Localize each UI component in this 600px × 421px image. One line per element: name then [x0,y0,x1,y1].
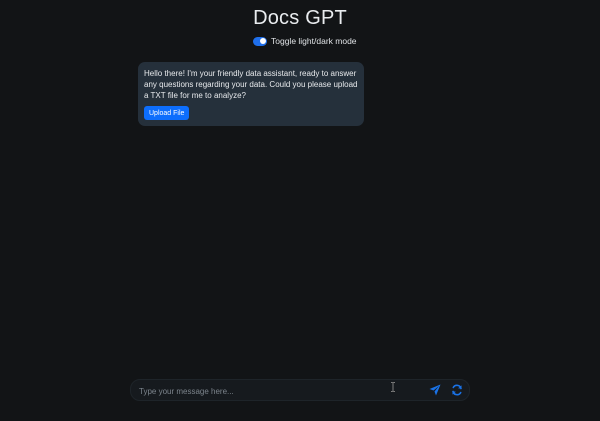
theme-toggle-label: Toggle light/dark mode [271,36,357,46]
theme-toggle-row: Toggle light/dark mode [253,36,357,46]
page-title: Docs GPT [253,7,347,29]
message-input[interactable] [137,382,391,400]
assistant-message-bubble: Hello there! I'm your friendly data assi… [138,62,364,126]
text-cursor-icon [391,382,395,392]
message-composer [130,379,470,401]
toggle-knob [259,38,266,44]
upload-file-button[interactable]: Upload File [144,106,190,120]
theme-toggle-switch[interactable] [253,36,267,46]
refresh-icon[interactable] [451,384,463,396]
send-icon[interactable] [429,384,441,396]
assistant-message-text: Hello there! I'm your friendly data assi… [144,69,358,100]
chat-page: Docs GPT Toggle light/dark mode Hello th… [0,0,600,421]
